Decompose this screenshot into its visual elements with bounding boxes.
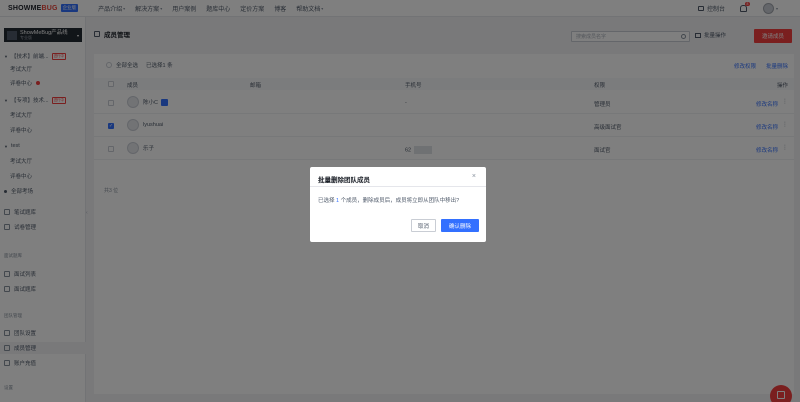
confirm-delete-button[interactable]: 确认删除 — [441, 219, 479, 232]
divider — [310, 186, 486, 187]
dialog-title: 批量删除团队成员 — [318, 177, 370, 184]
selected-number: 1 — [336, 198, 340, 204]
close-icon[interactable]: × — [472, 173, 476, 180]
batch-delete-dialog: 批量删除团队成员 × 已选择 1 个成员，删除成员后，成员将立即从团队中移出? … — [310, 167, 486, 242]
dialog-message: 已选择 1 个成员，删除成员后，成员将立即从团队中移出? — [318, 198, 460, 204]
cancel-button[interactable]: 取消 — [411, 219, 436, 232]
